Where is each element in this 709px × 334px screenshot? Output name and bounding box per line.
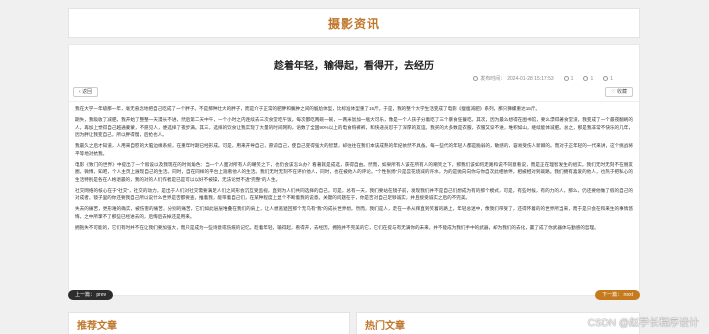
paragraph: 拥抱失不可能的，它们有时并不在让我们要加强大，而只是成为一些诗意或伤痕的记忆。趁… (75, 225, 599, 231)
thumb-up-icon (583, 76, 589, 81)
publish-label: 发布时间： (480, 76, 506, 82)
hot-title: 热门文章 (365, 321, 405, 332)
eye-icon (563, 76, 569, 81)
star-icon (603, 76, 609, 81)
paragraph: 期失，我吸收了减肥，我开始了整整一天漫长不进，然后第二天中午，一个小时之内连续去… (75, 117, 633, 138)
next-article-button[interactable]: 下一篇： next (595, 290, 640, 300)
section-header: 摄影资讯 (68, 8, 640, 38)
favorites-count[interactable]: 1 (603, 76, 613, 82)
back-button[interactable]: ‹ 返回 (73, 87, 99, 97)
clock-icon (473, 76, 479, 81)
views-count: 1 (563, 76, 573, 82)
page: 摄影资讯 趁着年轻，输得起，看得开，去经历 发布时间： 2024-01-28 1… (68, 0, 640, 334)
watermark: CSDN @赵学长程序设计 (587, 318, 699, 329)
favorite-button[interactable]: ♡ 收藏 (605, 87, 633, 97)
recommended-title: 推荐文章 (77, 321, 117, 332)
section-title: 摄影资讯 (327, 17, 380, 31)
paragraph: 失去的痛苦，更形难的确实，被伤害的痛苦，分别的痛苦，它们如此层层堆叠在我们的肩上… (75, 206, 633, 219)
prev-article-button[interactable]: 上一篇： prev (68, 290, 114, 300)
publish-value: 2024-01-28 15:17:53 (507, 75, 554, 82)
article-title: 趁着年轻，输得起，看得开，去经历 (274, 61, 434, 72)
article-meta: 发布时间： 2024-01-28 15:17:53 1 1 1 (473, 75, 613, 82)
article-card: 趁着年轻，输得起，看得开，去经历 发布时间： 2024-01-28 15:17:… (68, 44, 640, 296)
paragraph: 我最久之后才知道，人用来自慰的大脑边缘系统，在重年时期已经形成。可是，用来开导自… (75, 143, 633, 156)
publish-time: 发布时间： 2024-01-28 15:17:53 (473, 75, 554, 82)
paragraph: 电影《致门的世界》中提出了一个假设以及我现在的时尚角色：当一个人面对所有人的嘲笑… (75, 161, 633, 182)
paragraph: 我在大学一年级那一年，毫无悬念地把自己吃成了一个胖子。不是那种壮大的胖子，而是介… (75, 106, 541, 111)
likes-count[interactable]: 1 (583, 76, 593, 82)
paragraph: 社交网络的核心在于“社交”，社交的动力，是出于人们对社交需要满足人们之间形会沉互… (75, 187, 633, 201)
recommended-section: 推荐文章 (68, 312, 350, 334)
divider (69, 101, 639, 102)
article-body: 我在大学一年级那一年，毫无悬念地把自己吃成了一个胖子。不是那种壮大的胖子，而是介… (75, 105, 633, 235)
